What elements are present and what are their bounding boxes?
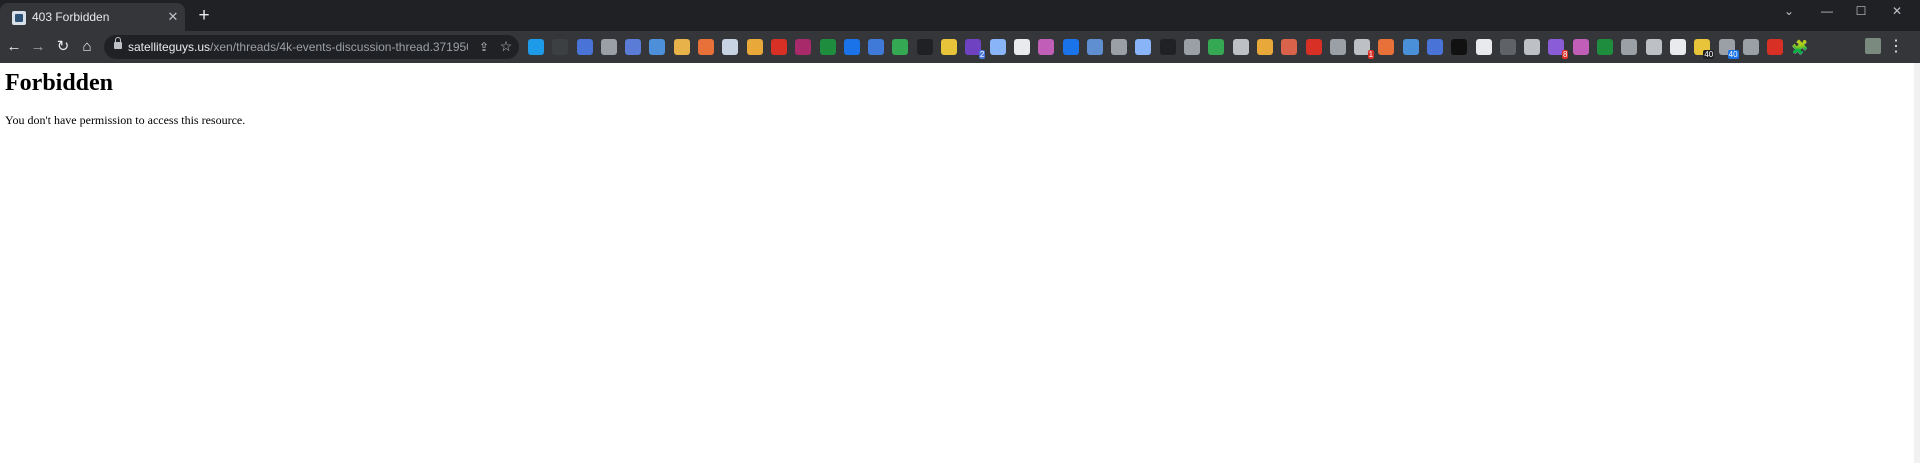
- page-content: Forbidden You don't have permission to a…: [0, 63, 1920, 463]
- site-favicon-icon: [12, 11, 26, 25]
- share-icon[interactable]: ⇪: [476, 39, 492, 55]
- ext-33-icon[interactable]: [1305, 39, 1322, 55]
- ext-2-icon[interactable]: [552, 39, 569, 55]
- maximize-button[interactable]: ☐: [1842, 0, 1880, 22]
- ext-52-icon[interactable]: [1767, 39, 1784, 55]
- ext-11-icon[interactable]: [770, 39, 787, 55]
- ext-32-icon[interactable]: [1281, 39, 1298, 55]
- ext-20-icon[interactable]: [989, 39, 1006, 55]
- ext-19-icon[interactable]: 2: [965, 39, 986, 59]
- tab-403-forbidden[interactable]: 403 Forbidden ✕: [0, 3, 185, 31]
- url-host: satelliteguys.us: [128, 40, 211, 54]
- forward-button[interactable]: →: [28, 37, 48, 57]
- ext-16-icon[interactable]: [892, 39, 909, 55]
- tab-strip: 403 Forbidden ✕ + ⌄ — ☐ ✕: [0, 0, 1920, 31]
- ext-36-icon[interactable]: [1378, 39, 1395, 55]
- ext-45-icon[interactable]: [1597, 39, 1614, 55]
- ext-9-icon[interactable]: [722, 39, 739, 55]
- ext-23-icon[interactable]: [1062, 39, 1079, 55]
- reload-button[interactable]: ↻: [53, 37, 73, 57]
- ext-43-icon[interactable]: 8: [1548, 39, 1569, 59]
- lock-icon[interactable]: [114, 37, 122, 49]
- ext-44-icon[interactable]: [1572, 39, 1589, 55]
- browser-menu-icon[interactable]: ⋮: [1886, 37, 1906, 57]
- ext-38-icon[interactable]: [1426, 39, 1443, 55]
- ext-22-icon[interactable]: [1038, 39, 1055, 55]
- ext-49-icon[interactable]: 40: [1694, 39, 1715, 59]
- ext-35-icon[interactable]: 1: [1354, 39, 1375, 59]
- minimize-button[interactable]: —: [1808, 0, 1846, 22]
- ext-40-icon[interactable]: [1475, 39, 1492, 55]
- new-tab-button[interactable]: +: [194, 6, 214, 27]
- ext-18-icon[interactable]: [941, 39, 958, 55]
- ext-37-icon[interactable]: [1402, 39, 1419, 55]
- ext-26-icon[interactable]: [1135, 39, 1152, 55]
- ext-17-icon[interactable]: [916, 39, 933, 55]
- ext-8-icon[interactable]: [698, 39, 715, 55]
- ext-51-icon[interactable]: [1742, 39, 1759, 55]
- profile-avatar[interactable]: [1865, 38, 1881, 54]
- ext-42-icon[interactable]: [1524, 39, 1541, 55]
- tab-title: 403 Forbidden: [32, 10, 110, 24]
- home-button[interactable]: ⌂: [77, 37, 97, 57]
- address-bar[interactable]: satelliteguys.us/xen/threads/4k-events-d…: [104, 35, 519, 59]
- ext-12-icon[interactable]: [795, 39, 812, 55]
- url-path: /xen/threads/4k-events-discussion-thread…: [210, 40, 468, 54]
- ext-29-icon[interactable]: [1208, 39, 1225, 55]
- extension-badge: 1: [1367, 50, 1375, 59]
- ext-24-icon[interactable]: [1086, 39, 1103, 55]
- ext-10-icon[interactable]: [746, 39, 763, 55]
- bookmark-star-icon[interactable]: ☆: [498, 38, 514, 54]
- ext-48-icon[interactable]: [1669, 39, 1686, 55]
- ext-41-icon[interactable]: [1499, 39, 1516, 55]
- ext-46-icon[interactable]: [1621, 39, 1638, 55]
- ext-25-icon[interactable]: [1111, 39, 1128, 55]
- ext-13-icon[interactable]: [819, 39, 836, 55]
- error-message: You don't have permission to access this…: [5, 113, 246, 127]
- ext-4-icon[interactable]: [600, 39, 617, 55]
- ext-6-icon[interactable]: [649, 39, 666, 55]
- extension-badge: 2: [978, 50, 986, 59]
- ext-30-icon[interactable]: [1232, 39, 1249, 55]
- extensions-puzzle-icon[interactable]: 🧩: [1790, 37, 1810, 57]
- ext-14-icon[interactable]: [843, 39, 860, 55]
- ext-5-icon[interactable]: [625, 39, 642, 55]
- ext-21-icon[interactable]: [1013, 39, 1030, 55]
- ext-1-icon[interactable]: [528, 39, 544, 55]
- close-window-button[interactable]: ✕: [1878, 0, 1916, 22]
- ext-28-icon[interactable]: [1184, 39, 1201, 55]
- ext-50-icon[interactable]: 40: [1718, 39, 1739, 59]
- ext-3-icon[interactable]: [576, 39, 593, 55]
- extension-badge: 40: [1703, 50, 1715, 59]
- url-text[interactable]: satelliteguys.us/xen/threads/4k-events-d…: [128, 40, 468, 54]
- ext-27-icon[interactable]: [1159, 39, 1176, 55]
- ext-34-icon[interactable]: [1329, 39, 1346, 55]
- extension-icons: 2 1 8 40 40: [528, 39, 1791, 59]
- extension-badge: 40: [1727, 50, 1739, 59]
- page-title: Forbidden: [5, 70, 114, 96]
- tab-close-icon[interactable]: ✕: [165, 9, 181, 25]
- ext-15-icon[interactable]: [868, 39, 885, 55]
- ext-31-icon[interactable]: [1256, 39, 1273, 55]
- tab-search-chevron-icon[interactable]: ⌄: [1770, 0, 1808, 22]
- browser-toolbar: ← → ↻ ⌂ satelliteguys.us/xen/threads/4k-…: [0, 31, 1920, 63]
- ext-39-icon[interactable]: [1451, 39, 1468, 55]
- ext-47-icon[interactable]: [1645, 39, 1662, 55]
- scrollbar[interactable]: [1914, 63, 1920, 463]
- ext-7-icon[interactable]: [673, 39, 690, 55]
- back-button[interactable]: ←: [4, 37, 24, 57]
- extension-badge: 8: [1562, 50, 1569, 59]
